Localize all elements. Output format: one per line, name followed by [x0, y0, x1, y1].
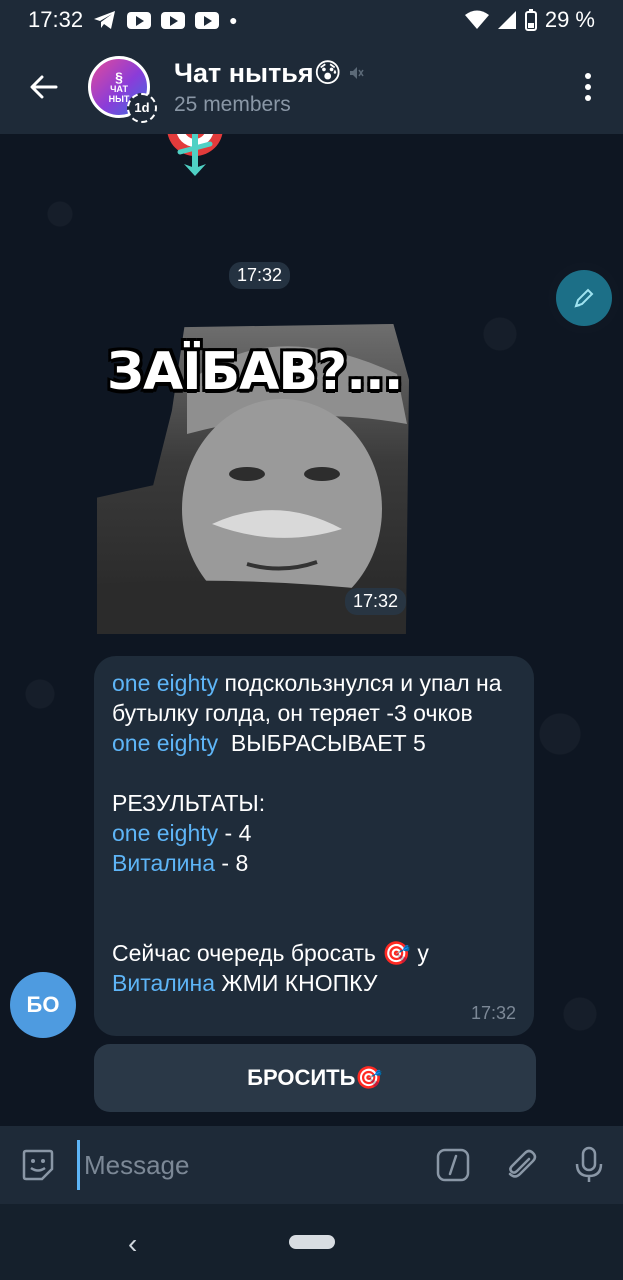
message-input[interactable] — [76, 1140, 419, 1190]
message-time: 17:32 — [470, 1003, 516, 1023]
telegram-icon — [94, 11, 116, 29]
youtube-icon — [161, 11, 186, 29]
turn-text: Сейчас очередь бросать 🎯 у — [112, 940, 429, 966]
muted-icon — [349, 67, 364, 79]
nav-back-icon[interactable]: ‹ — [128, 1228, 137, 1260]
swirl-icon: § — [115, 69, 123, 85]
message-text: ВЫБРАСЫВАЕТ 5 — [218, 730, 426, 756]
notification-dot-icon: ● — [229, 12, 238, 28]
mention-link[interactable]: Виталина — [112, 850, 215, 876]
mention-link[interactable]: one eighty — [112, 820, 218, 846]
results-label: РЕЗУЛЬТАТЫ: — [112, 790, 266, 816]
sender-avatar[interactable]: БО — [10, 972, 76, 1038]
bot-commands-button[interactable] — [419, 1126, 487, 1204]
sticker-time: 17:32 — [345, 588, 407, 615]
more-options-button[interactable] — [553, 40, 623, 134]
mic-icon — [575, 1146, 603, 1182]
throw-inline-button[interactable]: БРОСИТЬ🎯 — [94, 1044, 536, 1112]
status-time: 17:32 — [28, 7, 84, 32]
chat-info[interactable]: Чат нытья😰 25 members — [174, 58, 364, 117]
autodelete-timer-badge: 1d — [127, 93, 157, 123]
mention-link[interactable]: one eighty — [112, 670, 218, 696]
dart-icon — [167, 134, 223, 176]
sticker-emoji-button[interactable] — [0, 1126, 77, 1204]
bot-message-bubble[interactable]: one eighty подскользнулся и упал на буты… — [94, 656, 534, 1036]
message-text: ЖМИ КНОПКУ — [215, 970, 378, 996]
youtube-icon — [195, 11, 220, 29]
mention-link[interactable]: one eighty — [112, 730, 218, 756]
chat-header: § ЧАТ НЫТ 1d Чат нытья😰 25 members — [0, 40, 623, 134]
status-bar: 17:32 ● 29 % — [0, 0, 623, 40]
mention-link[interactable]: Виталина — [112, 970, 215, 996]
attach-button[interactable] — [487, 1126, 555, 1204]
sticker-emoji-icon — [23, 1149, 54, 1181]
chat-history[interactable]: 17:32 ЗАЇБАВ?... 17:32 one eighty подско… — [0, 134, 623, 1126]
sticker-message[interactable]: ЗАЇБАВ?... 17:32 — [97, 324, 409, 634]
home-pill[interactable] — [288, 1235, 335, 1249]
battery-icon — [524, 9, 537, 31]
signal-icon — [497, 11, 516, 29]
pencil-icon — [574, 288, 594, 308]
command-icon — [436, 1148, 470, 1182]
edit-fab-button[interactable] — [556, 270, 612, 326]
message-input-bar — [0, 1126, 623, 1204]
system-nav-bar: ‹ — [0, 1204, 623, 1280]
member-count: 25 members — [174, 92, 291, 116]
back-button[interactable] — [0, 40, 88, 134]
chat-title-row: Чат нытья😰 — [174, 58, 364, 89]
voice-message-button[interactable] — [555, 1126, 623, 1204]
attach-icon — [508, 1149, 537, 1178]
message-time-pill: 17:32 — [229, 262, 291, 289]
more-vert-icon — [585, 73, 591, 79]
youtube-icon — [127, 11, 152, 29]
wifi-icon — [464, 10, 489, 29]
score-text: - 4 — [218, 820, 252, 846]
back-arrow-icon — [30, 75, 58, 99]
battery-level: 29 % — [544, 7, 595, 32]
chat-title: Чат нытья😰 — [174, 57, 342, 88]
sticker-caption: ЗАЇБАВ?... — [107, 342, 403, 402]
score-text: - 8 — [215, 850, 249, 876]
chat-avatar[interactable]: § ЧАТ НЫТ 1d — [88, 56, 157, 123]
